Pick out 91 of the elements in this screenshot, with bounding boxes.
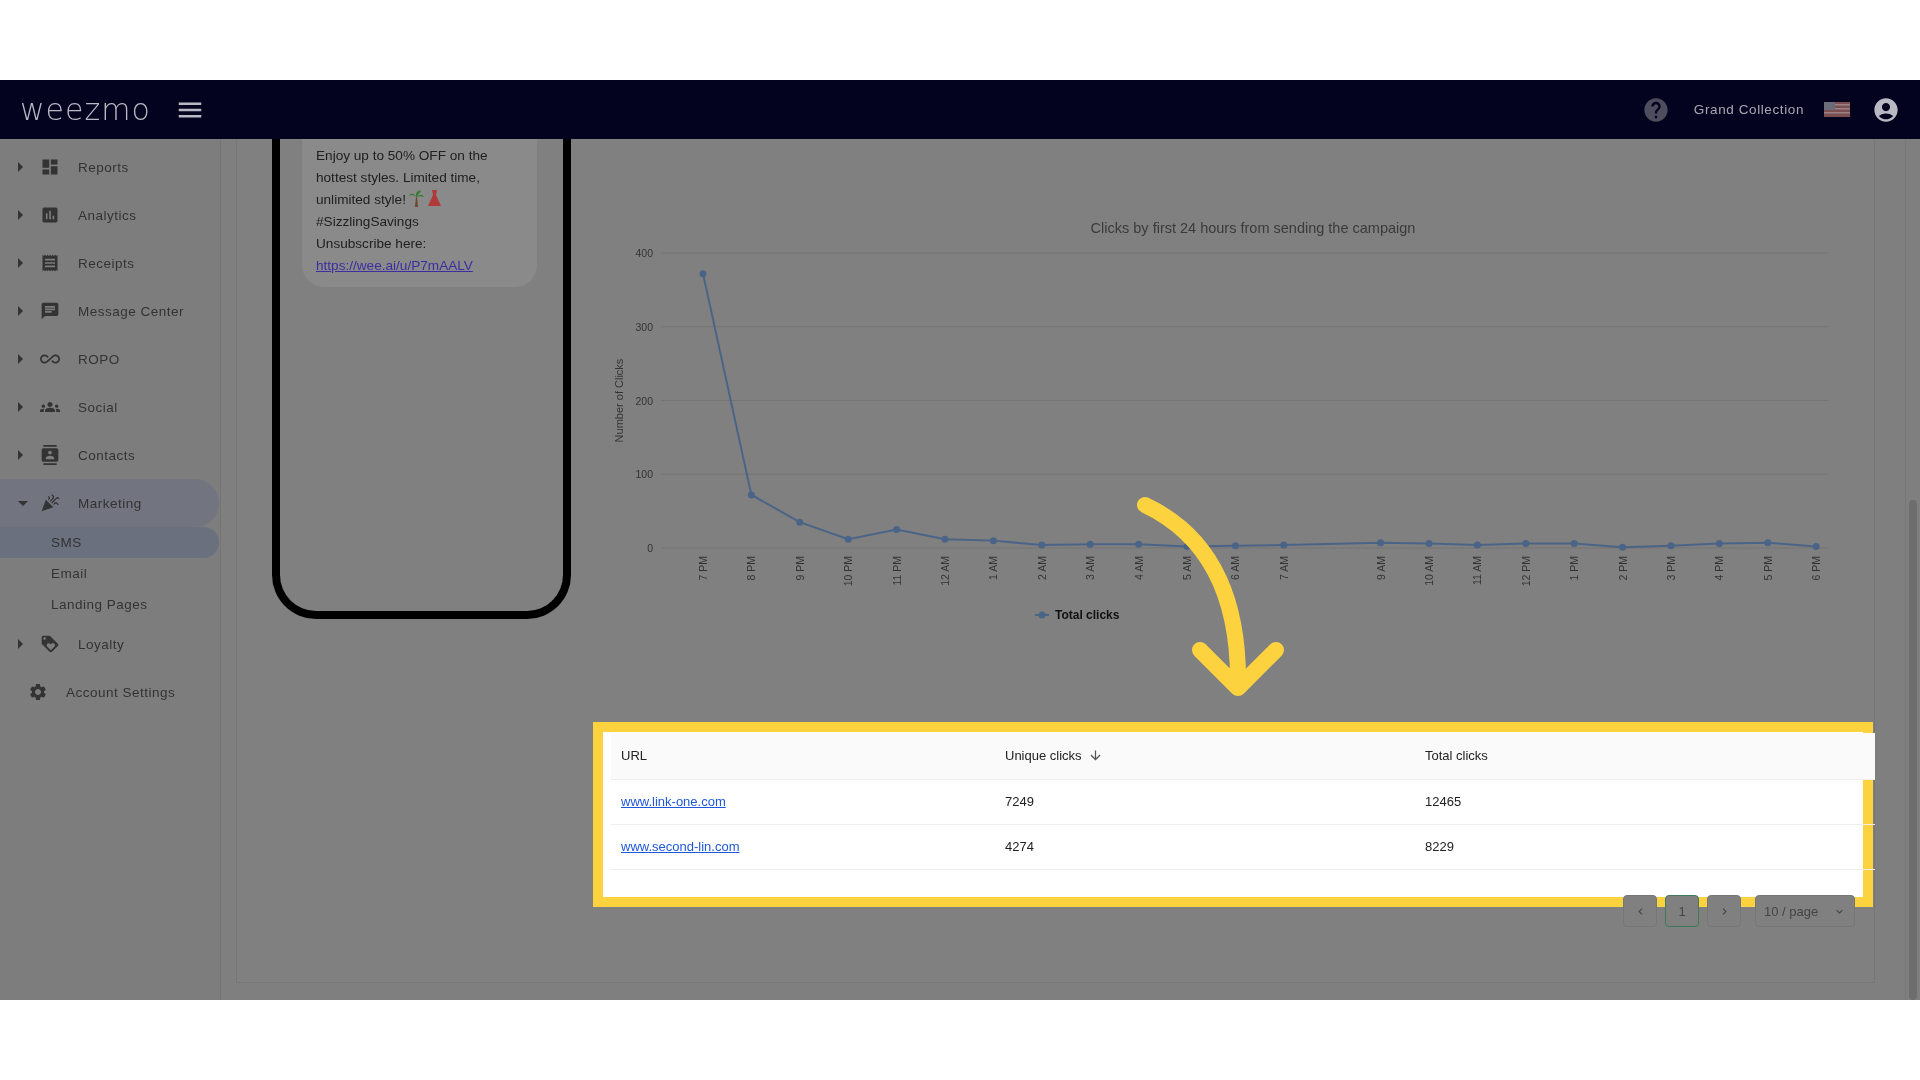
- column-header[interactable]: URL: [611, 733, 995, 779]
- url-link[interactable]: www.link-one.com: [621, 794, 726, 809]
- data-point: [1280, 541, 1288, 549]
- data-point: [699, 270, 707, 278]
- x-tick-label: 6 PM: [1810, 556, 1823, 581]
- x-tick-label: 4 PM: [1713, 556, 1726, 581]
- page-size-select[interactable]: 10 / page: [1755, 895, 1855, 927]
- x-tick-label: 2 PM: [1616, 556, 1629, 581]
- x-tick-label: 10 PM: [842, 556, 855, 587]
- sidebar-item[interactable]: Contacts: [0, 431, 219, 479]
- sidebar-item[interactable]: ROPO: [0, 335, 219, 383]
- data-point: [1473, 541, 1481, 549]
- data-point: [747, 491, 755, 499]
- sidebar-item[interactable]: Reports: [0, 143, 219, 191]
- data-point: [1377, 539, 1385, 547]
- x-tick-label: 3 AM: [1084, 556, 1097, 580]
- x-tick-label: 6 AM: [1229, 556, 1242, 580]
- x-tick-label: 5 AM: [1181, 556, 1193, 580]
- party-popper-icon: [40, 493, 62, 513]
- sidebar-subitem[interactable]: Email: [0, 558, 219, 589]
- x-tick-label: 1 AM: [987, 556, 1000, 580]
- sidebar-item[interactable]: Analytics: [0, 191, 219, 239]
- y-tick-label: 400: [635, 247, 653, 259]
- data-point: [1183, 543, 1191, 551]
- sidebar-item[interactable]: Social: [0, 383, 219, 431]
- x-tick-label: 1 PM: [1568, 556, 1581, 581]
- data-point: [1425, 540, 1433, 548]
- sidebar-subitem[interactable]: SMS: [0, 527, 219, 558]
- x-tick-label: 10 AM: [1423, 556, 1435, 586]
- table-cell: 4274: [995, 824, 1415, 869]
- data-point: [1135, 540, 1143, 548]
- y-tick-label: 100: [635, 468, 653, 481]
- palm-tree-icon: [408, 190, 424, 207]
- y-axis-label: Number of Clicks: [613, 358, 625, 443]
- x-tick-label: 4 AM: [1132, 556, 1145, 580]
- x-tick-label: 5 PM: [1761, 556, 1774, 581]
- data-point: [1522, 540, 1530, 548]
- data-point: [1812, 543, 1820, 551]
- legend-marker-icon: [1034, 611, 1050, 619]
- table-cell: 8229: [1415, 824, 1875, 869]
- table-cell: 7249: [995, 779, 1415, 824]
- account-name[interactable]: Grand Collection: [1693, 102, 1804, 117]
- data-point: [1715, 540, 1723, 548]
- data-point: [844, 535, 852, 543]
- data-point: [1086, 540, 1094, 548]
- data-point: [989, 537, 997, 545]
- help-icon[interactable]: [1641, 95, 1670, 124]
- data-point: [796, 518, 804, 526]
- data-point: [1231, 542, 1239, 550]
- flag-icon[interactable]: [1824, 102, 1850, 117]
- page-button[interactable]: 1: [1665, 895, 1699, 927]
- sidebar-item[interactable]: Loyalty: [0, 620, 219, 668]
- sidebar-item[interactable]: Receipts: [0, 239, 219, 287]
- data-point: [1038, 541, 1046, 549]
- chart-title: Clicks by first 24 hours from sending the campaign: [1090, 220, 1416, 236]
- x-tick-label: 9 PM: [793, 556, 806, 581]
- unsubscribe-link[interactable]: https://wee.ai/u/P7mAALV: [316, 258, 473, 273]
- column-header[interactable]: Total clicks: [1415, 733, 1875, 779]
- x-tick-label: 12 PM: [1519, 556, 1532, 587]
- x-tick-label: 12 AM: [939, 556, 951, 586]
- url-link[interactable]: www.second-lin.com: [621, 839, 740, 854]
- column-header[interactable]: Unique clicks: [995, 733, 1415, 779]
- table-cell: 12465: [1415, 779, 1875, 824]
- account-icon[interactable]: [1872, 95, 1900, 124]
- message-text: Enjoy up to 50% OFF on the hottest styles. Limited time, unlimited style!: [316, 147, 489, 209]
- logo: weezmo: [20, 92, 151, 127]
- hashtag-text: #SizzlingSavings: [316, 213, 420, 231]
- data-point: [941, 535, 949, 543]
- y-tick-label: 300: [635, 320, 653, 333]
- x-tick-label: 8 PM: [745, 556, 758, 581]
- x-tick-label: 7 AM: [1277, 556, 1290, 580]
- data-point: [1570, 540, 1578, 548]
- sidebar-item[interactable]: Account Settings: [0, 668, 219, 716]
- unsubscribe-text: Unsubscribe here:: [316, 235, 428, 253]
- dress-icon: [426, 190, 442, 207]
- data-point: [1619, 543, 1627, 551]
- x-tick-label: 2 AM: [1035, 556, 1048, 580]
- x-tick-label: 3 PM: [1665, 556, 1677, 581]
- data-point: [1667, 542, 1675, 550]
- legend-label: Total clicks: [1055, 608, 1120, 622]
- data-point: [1764, 539, 1772, 547]
- x-tick-label: 9 AM: [1374, 556, 1387, 580]
- y-tick-label: 200: [635, 394, 653, 407]
- x-tick-label: 11 PM: [890, 556, 903, 586]
- x-tick-label: 11 AM: [1471, 556, 1484, 585]
- sidebar-subitem[interactable]: Landing Pages: [0, 589, 219, 620]
- sidebar-item[interactable]: Message Center: [0, 287, 219, 335]
- data-point: [893, 526, 901, 534]
- scrollbar-thumb[interactable]: [1909, 500, 1917, 1000]
- x-tick-label: 7 PM: [697, 556, 709, 581]
- y-tick-label: 0: [647, 542, 653, 554]
